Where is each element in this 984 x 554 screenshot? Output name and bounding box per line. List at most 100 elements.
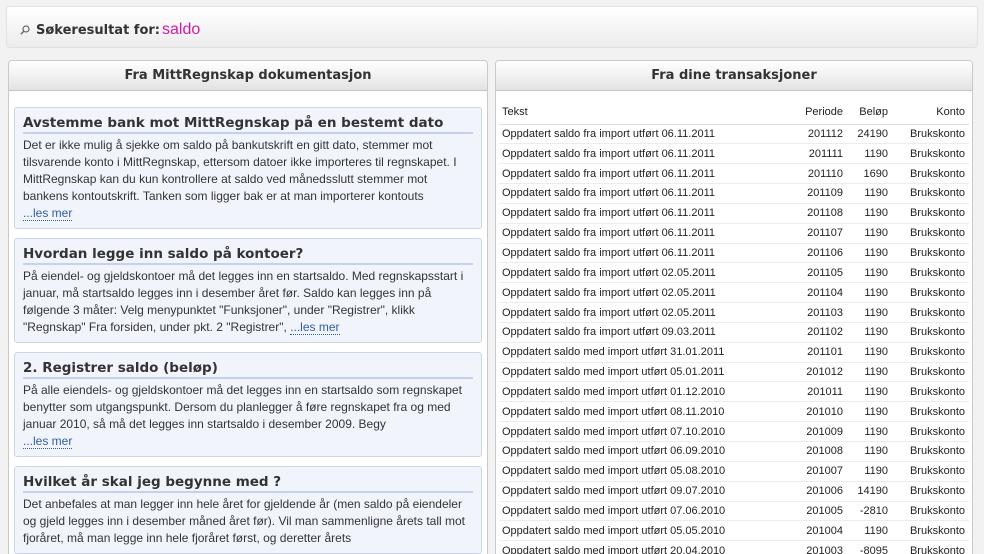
transaction-belop-cell: 1190 (847, 223, 892, 244)
transaction-text-cell: Oppdatert saldo fra import utført 06.11.… (499, 203, 789, 224)
transaction-belop-cell: 24190 (847, 124, 892, 145)
table-row[interactable]: Oppdatert saldo med import utført 01.12.… (499, 381, 969, 403)
transaction-text-cell: Oppdatert saldo fra import utført 06.11.… (499, 223, 789, 244)
transaction-periode-cell: 201103 (789, 302, 847, 323)
table-row[interactable]: Oppdatert saldo med import utført 31.01.… (499, 342, 969, 363)
transaction-periode-cell: 201112 (789, 124, 847, 145)
table-row[interactable]: Oppdatert saldo fra import utført 06.11.… (499, 183, 969, 204)
doc-article: Avstemme bank mot MittRegnskap på en bes… (14, 107, 482, 229)
transaction-belop-cell: 1190 (847, 342, 892, 363)
transaction-konto-cell: Brukskonto (892, 421, 969, 442)
table-row[interactable]: Oppdatert saldo fra import utført 09.03.… (499, 322, 969, 343)
table-row[interactable]: Oppdatert saldo med import utført 05.05.… (499, 520, 969, 542)
transaction-text-cell: Oppdatert saldo med import utført 06.09.… (499, 441, 789, 462)
transaction-text-cell: Oppdatert saldo fra import utført 06.11.… (499, 243, 789, 264)
transaction-text-cell: Oppdatert saldo med import utført 05.08.… (499, 461, 789, 482)
transaction-text-cell: Oppdatert saldo med import utført 09.07.… (499, 481, 789, 502)
doc-article-excerpt: På alle eiendels- og gjeldskontoer må de… (23, 383, 462, 449)
search-result-label: Søkeresultat for: (36, 23, 161, 38)
transaction-periode-cell: 201011 (789, 381, 847, 403)
read-more-link[interactable]: ...les mer (290, 320, 340, 335)
transaction-periode-cell: 201102 (789, 322, 847, 343)
transaction-belop-cell: 1190 (847, 322, 892, 343)
transaction-text-cell: Oppdatert saldo med import utført 05.01.… (499, 362, 789, 383)
table-row[interactable]: Oppdatert saldo med import utført 07.06.… (499, 501, 969, 522)
documentation-panel: Fra MittRegnskap dokumentasjon Avstemme … (8, 60, 488, 554)
transaction-periode-cell: 201005 (789, 501, 847, 522)
transaction-konto-cell: Brukskonto (892, 381, 969, 403)
transactions-table: Tekst Periode Beløp Konto Oppdatert sald… (499, 100, 969, 554)
transaction-belop-cell: 1190 (847, 143, 892, 165)
table-row[interactable]: Oppdatert saldo fra import utført 02.05.… (499, 262, 969, 284)
transaction-text-cell: Oppdatert saldo med import utført 07.10.… (499, 421, 789, 442)
transaction-periode-cell: 201107 (789, 223, 847, 244)
read-more-link[interactable]: ...les mer (23, 434, 73, 449)
doc-article-title[interactable]: Hvordan legge inn saldo på kontoer? (23, 246, 473, 265)
transaction-belop-cell: 1190 (847, 362, 892, 383)
transaction-konto-cell: Brukskonto (892, 124, 969, 145)
transaction-periode-cell: 201109 (789, 183, 847, 204)
transaction-konto-cell: Brukskonto (892, 223, 969, 244)
column-header-text[interactable]: Tekst (499, 100, 789, 125)
table-row[interactable]: Oppdatert saldo med import utført 09.07.… (499, 481, 969, 502)
transaction-text-cell: Oppdatert saldo med import utført 05.05.… (499, 520, 789, 542)
doc-article-title[interactable]: Avstemme bank mot MittRegnskap på en bes… (23, 115, 473, 134)
transaction-periode-cell: 201012 (789, 362, 847, 383)
table-row[interactable]: Oppdatert saldo med import utført 06.09.… (499, 441, 969, 462)
transaction-belop-cell: 1190 (847, 203, 892, 224)
transaction-periode-cell: 201110 (789, 163, 847, 185)
transaction-text-cell: Oppdatert saldo fra import utført 02.05.… (499, 262, 789, 284)
doc-article: Hvilket år skal jeg begynne med ? Det an… (14, 466, 482, 554)
transaction-text-cell: Oppdatert saldo fra import utført 02.05.… (499, 302, 789, 323)
transaction-konto-cell: Brukskonto (892, 322, 969, 343)
transaction-belop-cell: 1190 (847, 262, 892, 284)
doc-article-excerpt: Det anbefales at man legger inn hele åre… (23, 497, 465, 545)
table-row[interactable]: Oppdatert saldo fra import utført 06.11.… (499, 143, 969, 165)
transaction-text-cell: Oppdatert saldo med import utført 08.11.… (499, 401, 789, 423)
transaction-belop-cell: 1190 (847, 401, 892, 423)
transaction-periode-cell: 201006 (789, 481, 847, 502)
transaction-text-cell: Oppdatert saldo fra import utført 09.03.… (499, 322, 789, 343)
transaction-periode-cell: 201101 (789, 342, 847, 363)
transaction-konto-cell: Brukskonto (892, 203, 969, 224)
transaction-konto-cell: Brukskonto (892, 243, 969, 264)
transaction-periode-cell: 201003 (789, 540, 847, 554)
table-row[interactable]: Oppdatert saldo fra import utført 02.05.… (499, 302, 969, 323)
read-more-link[interactable]: ...les mer (23, 206, 73, 221)
transaction-belop-cell: 1190 (847, 520, 892, 542)
table-row[interactable]: Oppdatert saldo fra import utført 06.11.… (499, 163, 969, 185)
table-row[interactable]: Oppdatert saldo fra import utført 06.11.… (499, 203, 969, 224)
transaction-belop-cell: 1190 (847, 282, 892, 304)
column-header-belop[interactable]: Beløp (847, 100, 892, 125)
table-row[interactable]: Oppdatert saldo fra import utført 06.11.… (499, 243, 969, 264)
doc-article-title[interactable]: Hvilket år skal jeg begynne med ? (23, 474, 473, 493)
transaction-konto-cell: Brukskonto (892, 540, 969, 554)
transactions-table-body: Oppdatert saldo fra import utført 06.11.… (499, 124, 969, 554)
table-row[interactable]: Oppdatert saldo fra import utført 06.11.… (499, 124, 969, 145)
table-row[interactable]: Oppdatert saldo med import utført 05.08.… (499, 461, 969, 482)
transaction-belop-cell: 14190 (847, 481, 892, 502)
transaction-periode-cell: 201007 (789, 461, 847, 482)
transaction-konto-cell: Brukskonto (892, 401, 969, 423)
doc-article-title[interactable]: 2. Registrer saldo (beløp) (23, 360, 473, 379)
transaction-belop-cell: 1190 (847, 183, 892, 204)
transaction-konto-cell: Brukskonto (892, 501, 969, 522)
transaction-konto-cell: Brukskonto (892, 481, 969, 502)
transaction-periode-cell: 201009 (789, 421, 847, 442)
transaction-konto-cell: Brukskonto (892, 183, 969, 204)
transactions-panel: Fra dine transaksjoner Tekst Periode Bel… (495, 60, 973, 554)
table-row[interactable]: Oppdatert saldo med import utført 07.10.… (499, 421, 969, 442)
table-row[interactable]: Oppdatert saldo fra import utført 06.11.… (499, 223, 969, 244)
table-row[interactable]: Oppdatert saldo med import utført 20.04.… (499, 540, 969, 554)
transaction-periode-cell: 201106 (789, 243, 847, 264)
transaction-belop-cell: 1190 (847, 381, 892, 403)
transaction-konto-cell: Brukskonto (892, 441, 969, 462)
column-header-konto[interactable]: Konto (892, 100, 969, 125)
column-header-periode[interactable]: Periode (789, 100, 847, 125)
table-row[interactable]: Oppdatert saldo med import utført 05.01.… (499, 362, 969, 383)
table-row[interactable]: Oppdatert saldo fra import utført 02.05.… (499, 282, 969, 304)
transaction-konto-cell: Brukskonto (892, 282, 969, 304)
search-icon (20, 25, 30, 35)
table-row[interactable]: Oppdatert saldo med import utført 08.11.… (499, 401, 969, 423)
transaction-belop-cell: 1190 (847, 302, 892, 323)
